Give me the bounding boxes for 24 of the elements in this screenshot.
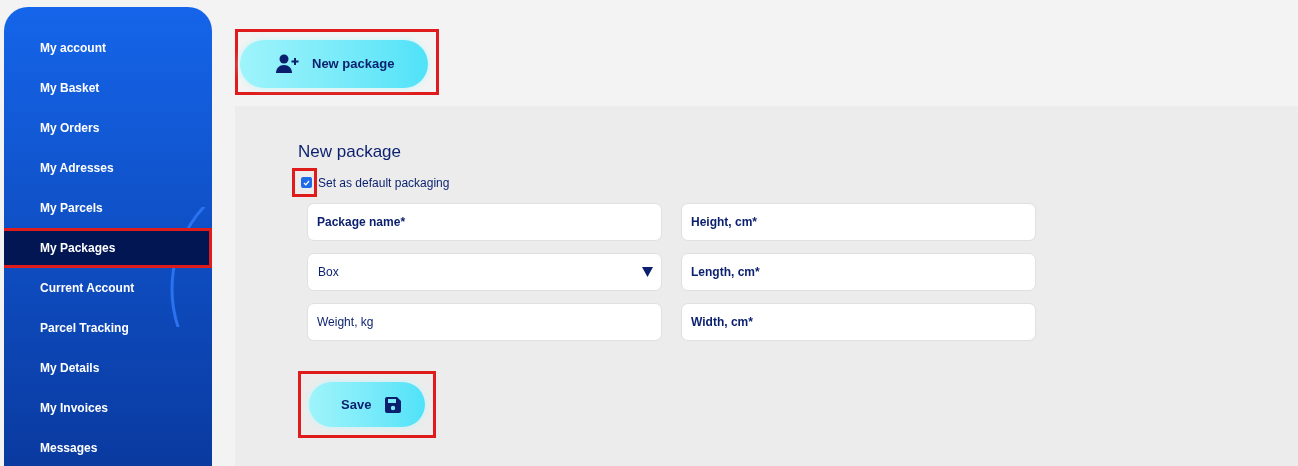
form-title: New package [298,142,402,162]
add-user-icon [276,54,300,74]
sidebar-item[interactable]: My Basket [4,68,212,108]
sidebar-item[interactable]: Messages [4,428,212,466]
sidebar-item[interactable]: Current Account [4,268,212,308]
checkbox-label: Set as default packaging [318,174,450,192]
sidebar-item[interactable]: My Orders [4,108,212,148]
select-field[interactable]: Box [307,253,662,291]
new-package-button[interactable]: New package [240,40,428,88]
input-field[interactable]: Package name* [307,203,662,241]
sidebar-item[interactable]: My Invoices [4,388,212,428]
input-field[interactable]: Width, cm* [681,303,1036,341]
input-field[interactable]: Length, cm* [681,253,1036,291]
sidebar-item[interactable]: My Packages [4,228,212,268]
input-field[interactable]: Weight, kg [307,303,662,341]
checkbox[interactable] [301,177,312,188]
sidebar-item[interactable]: Parcel Tracking [4,308,212,348]
input-field[interactable]: Height, cm* [681,203,1036,241]
sidebar-item[interactable]: My Parcels [4,188,212,228]
sidebar-item[interactable]: My Adresses [4,148,212,188]
sidebar-item[interactable]: My Details [4,348,212,388]
dropdown-arrow-icon [642,267,653,277]
sidebar-item[interactable]: My account [4,28,212,68]
save-button[interactable]: Save [309,382,425,427]
